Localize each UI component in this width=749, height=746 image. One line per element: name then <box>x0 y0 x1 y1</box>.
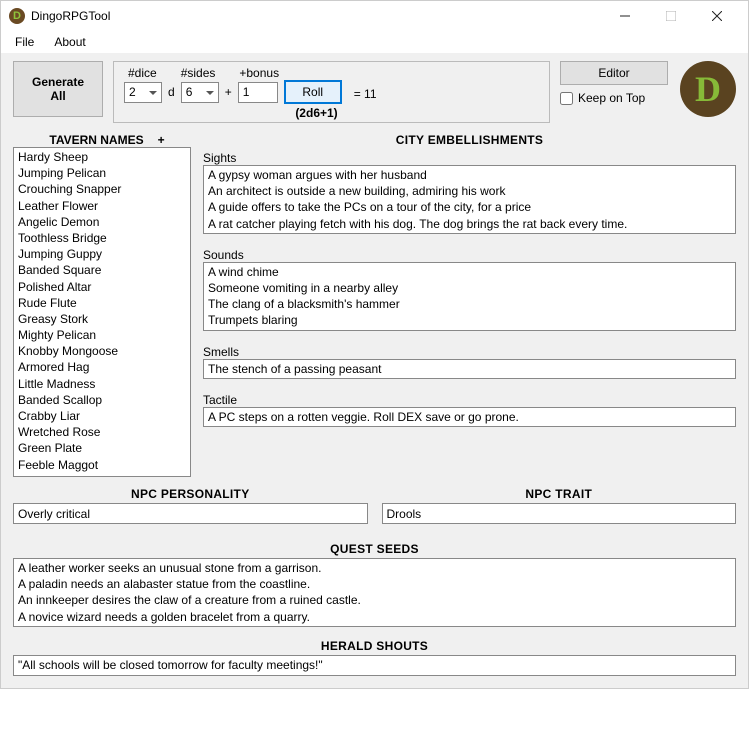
list-item[interactable]: Jumping Guppy <box>18 246 186 262</box>
list-item[interactable]: Toothless Bridge <box>18 230 186 246</box>
list-item[interactable]: Green Plate <box>18 440 186 456</box>
dice-formula: (2d6+1) <box>124 106 539 120</box>
logo: D <box>680 61 736 117</box>
generate-all-button[interactable]: Generate All <box>13 61 103 117</box>
list-item[interactable]: Greasy Stork <box>18 311 186 327</box>
list-item[interactable]: Feeble Maggot <box>18 457 186 473</box>
app-icon: D <box>9 8 25 24</box>
tactile-label: Tactile <box>203 393 736 407</box>
npc-personality-header: NPC PERSONALITY <box>13 487 368 501</box>
list-item[interactable]: Banded Scallop <box>18 392 186 408</box>
npc-personality-field[interactable] <box>13 503 368 524</box>
list-item[interactable]: A guide offers to take the PCs on a tour… <box>208 199 731 215</box>
quest-seeds-header: QUEST SEEDS <box>13 542 736 556</box>
numdice-select[interactable]: 2 <box>124 82 162 103</box>
result-display: = 11 <box>354 81 377 104</box>
list-item[interactable]: Jumping Pelican <box>18 165 186 181</box>
list-item[interactable]: Crouching Snapper <box>18 181 186 197</box>
npc-trait-field[interactable] <box>382 503 737 524</box>
maximize-button[interactable] <box>648 1 694 31</box>
list-item[interactable]: An innkeeper desires the claw of a creat… <box>18 592 731 608</box>
list-item[interactable]: Rude Flute <box>18 295 186 311</box>
list-item[interactable]: Hardy Sheep <box>18 149 186 165</box>
list-item[interactable]: Armored Hag <box>18 359 186 375</box>
numsides-select[interactable]: 6 <box>181 82 219 103</box>
city-embellishments-header: CITY EMBELLISHMENTS <box>203 133 736 147</box>
sounds-box[interactable]: A wind chimeSomeone vomiting in a nearby… <box>203 262 736 331</box>
list-item[interactable]: A rat catcher playing fetch with his dog… <box>208 216 731 232</box>
tactile-box[interactable]: A PC steps on a rotten veggie. Roll DEX … <box>203 407 736 427</box>
list-item[interactable]: Leather Flower <box>18 198 186 214</box>
list-item[interactable]: Little Madness <box>18 376 186 392</box>
menu-bar: File About <box>1 31 748 53</box>
list-item[interactable]: Mighty Pelican <box>18 327 186 343</box>
menu-file[interactable]: File <box>15 35 34 49</box>
npc-trait-header: NPC TRAIT <box>382 487 737 501</box>
title-bar: D DingoRPGTool <box>1 1 748 31</box>
list-item[interactable]: A wind chime <box>208 264 731 280</box>
window-title: DingoRPGTool <box>31 9 110 23</box>
label-bonus: +bonus <box>239 66 279 80</box>
herald-shouts-header: HERALD SHOUTS <box>13 639 736 653</box>
smells-label: Smells <box>203 345 736 359</box>
close-button[interactable] <box>694 1 740 31</box>
list-item[interactable]: A novice wizard needs a golden bracelet … <box>18 609 731 625</box>
roll-button[interactable]: Roll <box>284 80 342 104</box>
list-item[interactable]: The clang of a blacksmith's hammer <box>208 296 731 312</box>
dice-panel: #dice #sides +bonus 2 d 6 + Roll = 11 (2… <box>113 61 550 123</box>
d-label: d <box>168 85 175 99</box>
tavern-names-header: TAVERN NAMES <box>49 133 143 147</box>
tavern-names-list[interactable]: Hardy SheepJumping PelicanCrouching Snap… <box>13 147 191 477</box>
list-item[interactable]: Someone vomiting in a nearby alley <box>208 280 731 296</box>
list-item[interactable]: Knobby Mongoose <box>18 343 186 359</box>
list-item[interactable]: A leather worker seeks an unusual stone … <box>18 560 731 576</box>
label-numsides: #sides <box>181 66 216 80</box>
list-item[interactable]: A gypsy woman argues with her husband <box>208 167 731 183</box>
tavern-plus[interactable]: + <box>158 133 165 147</box>
plus-label: + <box>225 85 232 99</box>
quest-seeds-box[interactable]: A leather worker seeks an unusual stone … <box>13 558 736 627</box>
sights-box[interactable]: A gypsy woman argues with her husbandAn … <box>203 165 736 234</box>
menu-about[interactable]: About <box>54 35 85 49</box>
label-numdice: #dice <box>128 66 157 80</box>
list-item[interactable]: Angelic Demon <box>18 214 186 230</box>
bonus-input[interactable] <box>238 82 278 103</box>
minimize-button[interactable] <box>602 1 648 31</box>
list-item[interactable]: Wretched Rose <box>18 424 186 440</box>
smells-box[interactable]: The stench of a passing peasant <box>203 359 736 379</box>
editor-button[interactable]: Editor <box>560 61 668 85</box>
sights-label: Sights <box>203 151 736 165</box>
herald-shouts-field[interactable] <box>13 655 736 676</box>
keep-on-top-input[interactable] <box>560 92 573 105</box>
list-item[interactable]: A paladin needs an alabaster statue from… <box>18 576 731 592</box>
list-item[interactable]: Polished Altar <box>18 279 186 295</box>
list-item[interactable]: Crabby Liar <box>18 408 186 424</box>
sounds-label: Sounds <box>203 248 736 262</box>
list-item[interactable]: An architect is outside a new building, … <box>208 183 731 199</box>
list-item[interactable]: Banded Square <box>18 262 186 278</box>
list-item[interactable]: Trumpets blaring <box>208 312 731 328</box>
keep-on-top-checkbox[interactable]: Keep on Top <box>560 91 645 105</box>
